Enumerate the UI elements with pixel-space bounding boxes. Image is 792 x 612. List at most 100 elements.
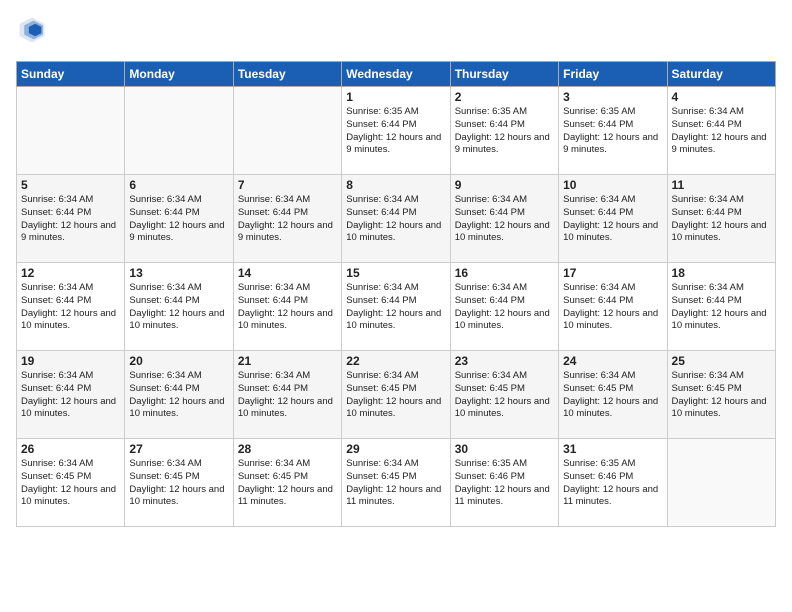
- table-row: 7 Sunrise: 6:34 AMSunset: 6:44 PMDaylight…: [233, 175, 341, 263]
- day-number: 21: [238, 354, 337, 368]
- table-row: 25 Sunrise: 6:34 AMSunset: 6:45 PMDayligh…: [667, 351, 775, 439]
- table-row: 24Sunrise: 6:34 AMSunset: 6:45 PMDayligh…: [559, 351, 667, 439]
- day-number: 2: [455, 90, 554, 104]
- table-row: [667, 439, 775, 527]
- table-row: 9Sunrise: 6:34 AMSunset: 6:44 PMDaylight…: [450, 175, 558, 263]
- day-number: 16: [455, 266, 554, 280]
- col-saturday: Saturday: [667, 62, 775, 87]
- cell-info: Sunrise: 6:34 AMSunset: 6:45 PMDaylight:…: [346, 458, 445, 509]
- table-row: 8Sunrise: 6:34 AMSunset: 6:44 PMDaylight…: [342, 175, 450, 263]
- table-row: 21 Sunrise: 6:34 AMSunset: 6:44 PMDayligh…: [233, 351, 341, 439]
- col-thursday: Thursday: [450, 62, 558, 87]
- cell-info: Sunrise: 6:34 AMSunset: 6:44 PMDaylight:…: [21, 282, 120, 333]
- day-number: 17: [563, 266, 662, 280]
- page-header: [16, 16, 776, 49]
- cell-info: Sunrise: 6:34 AMSunset: 6:44 PMDaylight:…: [129, 282, 228, 333]
- cell-info: Sunrise: 6:34 AMSunset: 6:45 PMDaylight:…: [238, 458, 337, 509]
- col-sunday: Sunday: [17, 62, 125, 87]
- logo: [16, 16, 50, 49]
- cell-info: Sunrise: 6:35 AMSunset: 6:44 PMDaylight:…: [563, 106, 662, 157]
- calendar-week-row: 5 Sunrise: 6:34 AMSunset: 6:44 PMDaylight…: [17, 175, 776, 263]
- day-number: 15: [346, 266, 445, 280]
- table-row: 5 Sunrise: 6:34 AMSunset: 6:44 PMDaylight…: [17, 175, 125, 263]
- day-number: 26: [21, 442, 120, 456]
- cell-info: Sunrise: 6:34 AMSunset: 6:44 PMDaylight:…: [238, 370, 337, 421]
- table-row: 20 Sunrise: 6:34 AMSunset: 6:44 PMDayligh…: [125, 351, 233, 439]
- cell-info: Sunrise: 6:34 AMSunset: 6:45 PMDaylight:…: [672, 370, 771, 421]
- calendar-week-row: 26 Sunrise: 6:34 AMSunset: 6:45 PMDayligh…: [17, 439, 776, 527]
- table-row: 13 Sunrise: 6:34 AMSunset: 6:44 PMDayligh…: [125, 263, 233, 351]
- cell-info: Sunrise: 6:34 AMSunset: 6:44 PMDaylight:…: [21, 370, 120, 421]
- day-number: 23: [455, 354, 554, 368]
- day-number: 12: [21, 266, 120, 280]
- table-row: 14 Sunrise: 6:34 AMSunset: 6:44 PMDayligh…: [233, 263, 341, 351]
- col-friday: Friday: [559, 62, 667, 87]
- table-row: 23 Sunrise: 6:34 AMSunset: 6:45 PMDayligh…: [450, 351, 558, 439]
- table-row: 17 Sunrise: 6:34 AMSunset: 6:44 PMDayligh…: [559, 263, 667, 351]
- day-number: 3: [563, 90, 662, 104]
- day-number: 24: [563, 354, 662, 368]
- cell-info: Sunrise: 6:34 AMSunset: 6:45 PMDaylight:…: [21, 458, 120, 509]
- table-row: 22Sunrise: 6:34 AMSunset: 6:45 PMDayligh…: [342, 351, 450, 439]
- calendar-header-row: Sunday Monday Tuesday Wednesday Thursday…: [17, 62, 776, 87]
- day-number: 11: [672, 178, 771, 192]
- day-number: 1: [346, 90, 445, 104]
- cell-info: Sunrise: 6:34 AMSunset: 6:44 PMDaylight:…: [563, 282, 662, 333]
- day-number: 20: [129, 354, 228, 368]
- cell-info: Sunrise: 6:34 AMSunset: 6:45 PMDaylight:…: [346, 370, 445, 421]
- day-number: 5: [21, 178, 120, 192]
- cell-info: Sunrise: 6:34 AMSunset: 6:44 PMDaylight:…: [238, 194, 337, 245]
- col-monday: Monday: [125, 62, 233, 87]
- cell-info: Sunrise: 6:35 AMSunset: 6:46 PMDaylight:…: [455, 458, 554, 509]
- day-number: 27: [129, 442, 228, 456]
- table-row: 2 Sunrise: 6:35 AMSunset: 6:44 PMDaylight…: [450, 87, 558, 175]
- cell-info: Sunrise: 6:35 AMSunset: 6:44 PMDaylight:…: [455, 106, 554, 157]
- cell-info: Sunrise: 6:34 AMSunset: 6:44 PMDaylight:…: [563, 194, 662, 245]
- calendar-week-row: 12 Sunrise: 6:34 AMSunset: 6:44 PMDayligh…: [17, 263, 776, 351]
- table-row: 12 Sunrise: 6:34 AMSunset: 6:44 PMDayligh…: [17, 263, 125, 351]
- table-row: 6 Sunrise: 6:34 AMSunset: 6:44 PMDaylight…: [125, 175, 233, 263]
- cell-info: Sunrise: 6:34 AMSunset: 6:44 PMDaylight:…: [21, 194, 120, 245]
- calendar-week-row: 19 Sunrise: 6:34 AMSunset: 6:44 PMDayligh…: [17, 351, 776, 439]
- table-row: 19 Sunrise: 6:34 AMSunset: 6:44 PMDayligh…: [17, 351, 125, 439]
- cell-info: Sunrise: 6:34 AMSunset: 6:44 PMDaylight:…: [129, 370, 228, 421]
- cell-info: Sunrise: 6:34 AMSunset: 6:45 PMDaylight:…: [455, 370, 554, 421]
- calendar-table: Sunday Monday Tuesday Wednesday Thursday…: [16, 61, 776, 527]
- cell-info: Sunrise: 6:34 AMSunset: 6:44 PMDaylight:…: [238, 282, 337, 333]
- day-number: 13: [129, 266, 228, 280]
- day-number: 4: [672, 90, 771, 104]
- day-number: 6: [129, 178, 228, 192]
- table-row: 31Sunrise: 6:35 AMSunset: 6:46 PMDayligh…: [559, 439, 667, 527]
- col-tuesday: Tuesday: [233, 62, 341, 87]
- day-number: 25: [672, 354, 771, 368]
- day-number: 9: [455, 178, 554, 192]
- day-number: 28: [238, 442, 337, 456]
- day-number: 7: [238, 178, 337, 192]
- col-wednesday: Wednesday: [342, 62, 450, 87]
- cell-info: Sunrise: 6:34 AMSunset: 6:44 PMDaylight:…: [346, 194, 445, 245]
- logo-icon: [18, 16, 46, 44]
- cell-info: Sunrise: 6:35 AMSunset: 6:44 PMDaylight:…: [346, 106, 445, 157]
- cell-info: Sunrise: 6:34 AMSunset: 6:44 PMDaylight:…: [346, 282, 445, 333]
- cell-info: Sunrise: 6:34 AMSunset: 6:45 PMDaylight:…: [129, 458, 228, 509]
- day-number: 10: [563, 178, 662, 192]
- cell-info: Sunrise: 6:34 AMSunset: 6:44 PMDaylight:…: [672, 106, 771, 157]
- cell-info: Sunrise: 6:34 AMSunset: 6:44 PMDaylight:…: [672, 282, 771, 333]
- table-row: 29 Sunrise: 6:34 AMSunset: 6:45 PMDayligh…: [342, 439, 450, 527]
- day-number: 18: [672, 266, 771, 280]
- table-row: 10 Sunrise: 6:34 AMSunset: 6:44 PMDayligh…: [559, 175, 667, 263]
- day-number: 30: [455, 442, 554, 456]
- day-number: 31: [563, 442, 662, 456]
- cell-info: Sunrise: 6:34 AMSunset: 6:44 PMDaylight:…: [455, 282, 554, 333]
- cell-info: Sunrise: 6:34 AMSunset: 6:44 PMDaylight:…: [672, 194, 771, 245]
- table-row: 27 Sunrise: 6:34 AMSunset: 6:45 PMDayligh…: [125, 439, 233, 527]
- cell-info: Sunrise: 6:34 AMSunset: 6:44 PMDaylight:…: [129, 194, 228, 245]
- table-row: [17, 87, 125, 175]
- day-number: 14: [238, 266, 337, 280]
- table-row: 18 Sunrise: 6:34 AMSunset: 6:44 PMDayligh…: [667, 263, 775, 351]
- day-number: 19: [21, 354, 120, 368]
- table-row: 26 Sunrise: 6:34 AMSunset: 6:45 PMDayligh…: [17, 439, 125, 527]
- table-row: 1 Sunrise: 6:35 AMSunset: 6:44 PMDaylight…: [342, 87, 450, 175]
- day-number: 29: [346, 442, 445, 456]
- calendar-week-row: 1 Sunrise: 6:35 AMSunset: 6:44 PMDaylight…: [17, 87, 776, 175]
